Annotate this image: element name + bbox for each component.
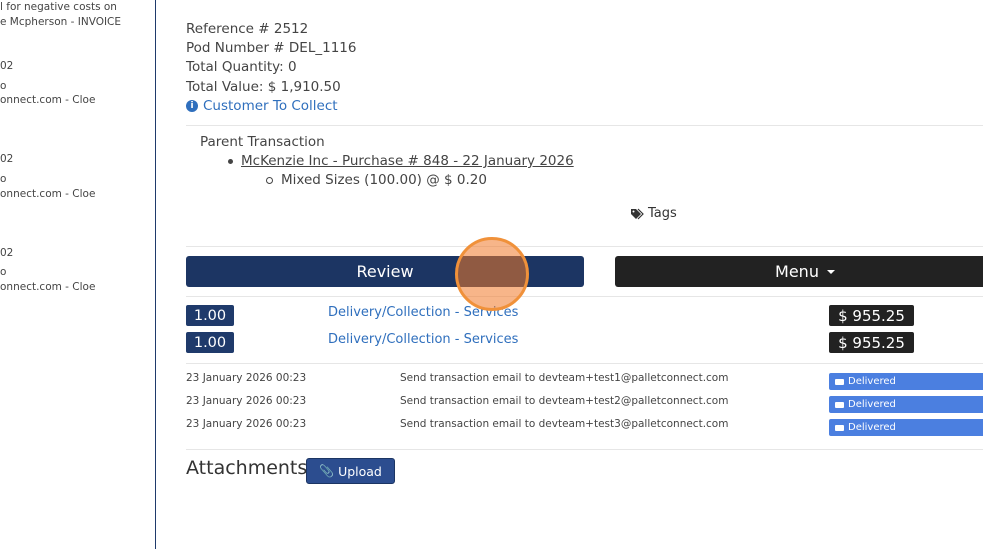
delivered-badge: Delivered bbox=[829, 373, 983, 390]
info-icon: i bbox=[186, 100, 198, 112]
list-item-text[interactable]: o bbox=[0, 266, 6, 278]
list-item-text[interactable]: 02 bbox=[0, 60, 13, 72]
log-message: Send transaction email to devteam+test1@… bbox=[400, 372, 729, 384]
parent-transaction-heading: Parent Transaction bbox=[200, 134, 325, 150]
menu-button[interactable]: Menu bbox=[615, 256, 983, 287]
circle-bullet-icon bbox=[266, 176, 273, 184]
divider bbox=[186, 296, 983, 297]
tags-label: Tags bbox=[648, 206, 677, 221]
quantity-badge: 1.00 bbox=[186, 305, 234, 326]
delivered-badge: Delivered bbox=[829, 396, 983, 413]
upload-button[interactable]: 📎 Upload bbox=[306, 458, 395, 484]
line-item-link[interactable]: Delivery/Collection - Services bbox=[328, 332, 518, 347]
bullet-icon bbox=[228, 158, 233, 164]
list-item-text[interactable]: onnect.com - Cloe bbox=[0, 94, 95, 106]
tags-icon bbox=[631, 208, 644, 219]
list-item-text[interactable]: o bbox=[0, 173, 6, 185]
customer-collect-row[interactable]: i Customer To Collect bbox=[186, 98, 338, 114]
parent-transaction-item: McKenzie Inc - Purchase # 848 - 22 Janua… bbox=[228, 153, 574, 169]
log-timestamp: 23 January 2026 00:23 bbox=[186, 372, 307, 384]
list-item-text[interactable]: o bbox=[0, 80, 6, 92]
total-value: Total Value: $ 1,910.50 bbox=[186, 79, 341, 95]
list-item-text[interactable]: e Mcpherson - INVOICE bbox=[0, 16, 121, 28]
divider bbox=[186, 363, 983, 364]
reference-number: Reference # 2512 bbox=[186, 21, 309, 37]
envelope-icon bbox=[835, 401, 844, 408]
delivered-label: Delivered bbox=[848, 422, 896, 433]
caret-down-icon bbox=[826, 269, 835, 274]
price-badge: $ 955.25 bbox=[829, 332, 914, 353]
quantity-badge: 1.00 bbox=[186, 332, 234, 353]
log-message: Send transaction email to devteam+test3@… bbox=[400, 418, 729, 430]
divider bbox=[186, 246, 983, 247]
upload-label: Upload bbox=[338, 463, 382, 479]
review-button-label: Review bbox=[356, 262, 414, 281]
transaction-list-panel: l for negative costs on e Mcpherson - IN… bbox=[0, 0, 156, 549]
attachments-heading: Attachments bbox=[186, 457, 308, 479]
delivered-badge: Delivered bbox=[829, 419, 983, 436]
delivered-label: Delivered bbox=[848, 399, 896, 410]
envelope-icon bbox=[835, 378, 844, 385]
pod-number: Pod Number # DEL_1116 bbox=[186, 40, 357, 56]
divider bbox=[186, 449, 983, 450]
click-indicator bbox=[455, 237, 529, 311]
parent-transaction-link[interactable]: McKenzie Inc - Purchase # 848 - 22 Janua… bbox=[241, 153, 574, 169]
parent-sub-item: Mixed Sizes (100.00) @ $ 0.20 bbox=[266, 172, 487, 188]
list-item-text[interactable]: l for negative costs on bbox=[0, 1, 117, 13]
list-item-text[interactable]: 02 bbox=[0, 247, 13, 259]
divider bbox=[186, 125, 983, 126]
log-timestamp: 23 January 2026 00:23 bbox=[186, 395, 307, 407]
total-quantity: Total Quantity: 0 bbox=[186, 59, 297, 75]
sub-item-text: Mixed Sizes (100.00) @ $ 0.20 bbox=[281, 172, 487, 188]
envelope-icon bbox=[835, 424, 844, 431]
list-item-text[interactable]: onnect.com - Cloe bbox=[0, 188, 95, 200]
list-item-text[interactable]: 02 bbox=[0, 153, 13, 165]
paperclip-icon: 📎 bbox=[319, 464, 335, 478]
customer-collect-link[interactable]: Customer To Collect bbox=[203, 98, 338, 114]
log-message: Send transaction email to devteam+test2@… bbox=[400, 395, 729, 407]
delivered-label: Delivered bbox=[848, 376, 896, 387]
menu-button-label: Menu bbox=[775, 262, 819, 281]
price-badge: $ 955.25 bbox=[829, 305, 914, 326]
list-item-text[interactable]: onnect.com - Cloe bbox=[0, 281, 95, 293]
log-timestamp: 23 January 2026 00:23 bbox=[186, 418, 307, 430]
tags-control[interactable]: Tags bbox=[630, 206, 677, 221]
